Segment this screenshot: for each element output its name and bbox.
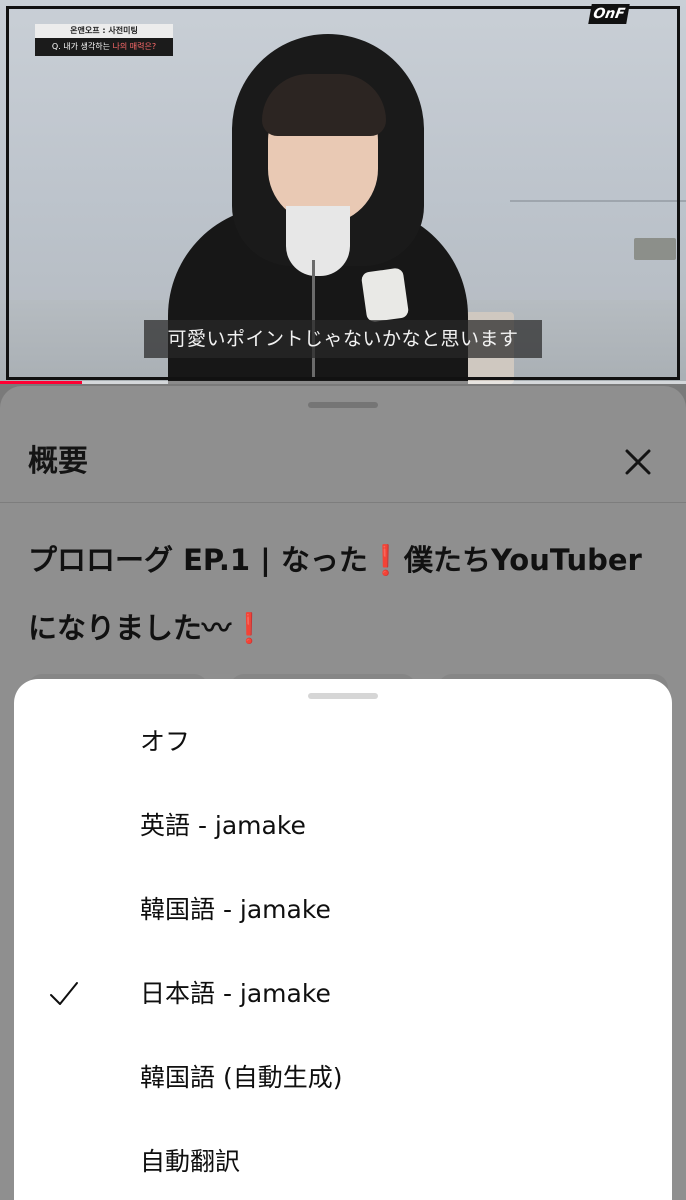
exclamation-icon: ❗ xyxy=(367,543,404,577)
menu-drag-handle[interactable] xyxy=(308,693,378,699)
brand-logo: OnF xyxy=(588,4,630,24)
exclamation-icon: ❗ xyxy=(231,611,268,645)
info-question: Q. 내가 생각하는 나의 매력은? xyxy=(35,38,173,56)
video-title: プロローグ EP.1 | なった❗僕たちYouTuberになりました〰❗ xyxy=(28,526,664,662)
caption-option[interactable]: 韓国語 (自動生成) xyxy=(14,1036,672,1120)
video-progress-fill xyxy=(0,381,83,384)
info-question-highlight: 나의 매력은? xyxy=(112,42,157,51)
checkmark-icon xyxy=(50,982,78,1005)
description-divider xyxy=(0,502,686,503)
caption-option[interactable]: 日本語 - jamake xyxy=(14,952,672,1036)
caption-option-label: オフ xyxy=(140,727,191,756)
caption-option-label: 自動翻訳 xyxy=(140,1147,241,1176)
caption-option[interactable]: 自動翻訳 xyxy=(14,1120,672,1200)
caption-option[interactable]: 英語 - jamake xyxy=(14,784,672,868)
video-subtitle: 可愛いポイントじゃないかなと思います xyxy=(144,320,542,358)
description-title: 概要 xyxy=(28,444,88,479)
video-player[interactable]: 온앤오프 : 사전미팅 Q. 내가 생각하는 나의 매력은? OnF 可愛いポイ… xyxy=(0,0,686,384)
caption-option[interactable]: 韓国語 - jamake xyxy=(14,868,672,952)
caption-option-label: 韓国語 - jamake xyxy=(140,895,331,924)
close-button[interactable] xyxy=(618,442,658,482)
captions-menu-sheet: オフ英語 - jamake 韓国語 - jamake 日本語 - jamake 韓国語… xyxy=(14,679,672,1200)
caption-option-label: 韓国語 (自動生成) xyxy=(140,1063,343,1092)
video-info-box: 온앤오프 : 사전미팅 Q. 내가 생각하는 나의 매력은? xyxy=(35,24,173,56)
description-drag-handle[interactable] xyxy=(308,402,378,408)
video-progress-bar[interactable] xyxy=(0,381,686,384)
close-icon xyxy=(625,449,651,475)
caption-option-label: 英語 - jamake xyxy=(140,811,306,840)
info-question-prefix: Q. 내가 생각하는 xyxy=(51,42,113,51)
video-title-part1: プロローグ EP.1 | なった xyxy=(28,543,368,577)
caption-option[interactable]: オフ xyxy=(14,700,672,784)
caption-option-label: 日本語 - jamake xyxy=(140,979,331,1008)
info-title: 온앤오프 : 사전미팅 xyxy=(35,24,173,38)
page: 온앤오프 : 사전미팅 Q. 내가 생각하는 나의 매력은? OnF 可愛いポイ… xyxy=(0,0,686,1200)
